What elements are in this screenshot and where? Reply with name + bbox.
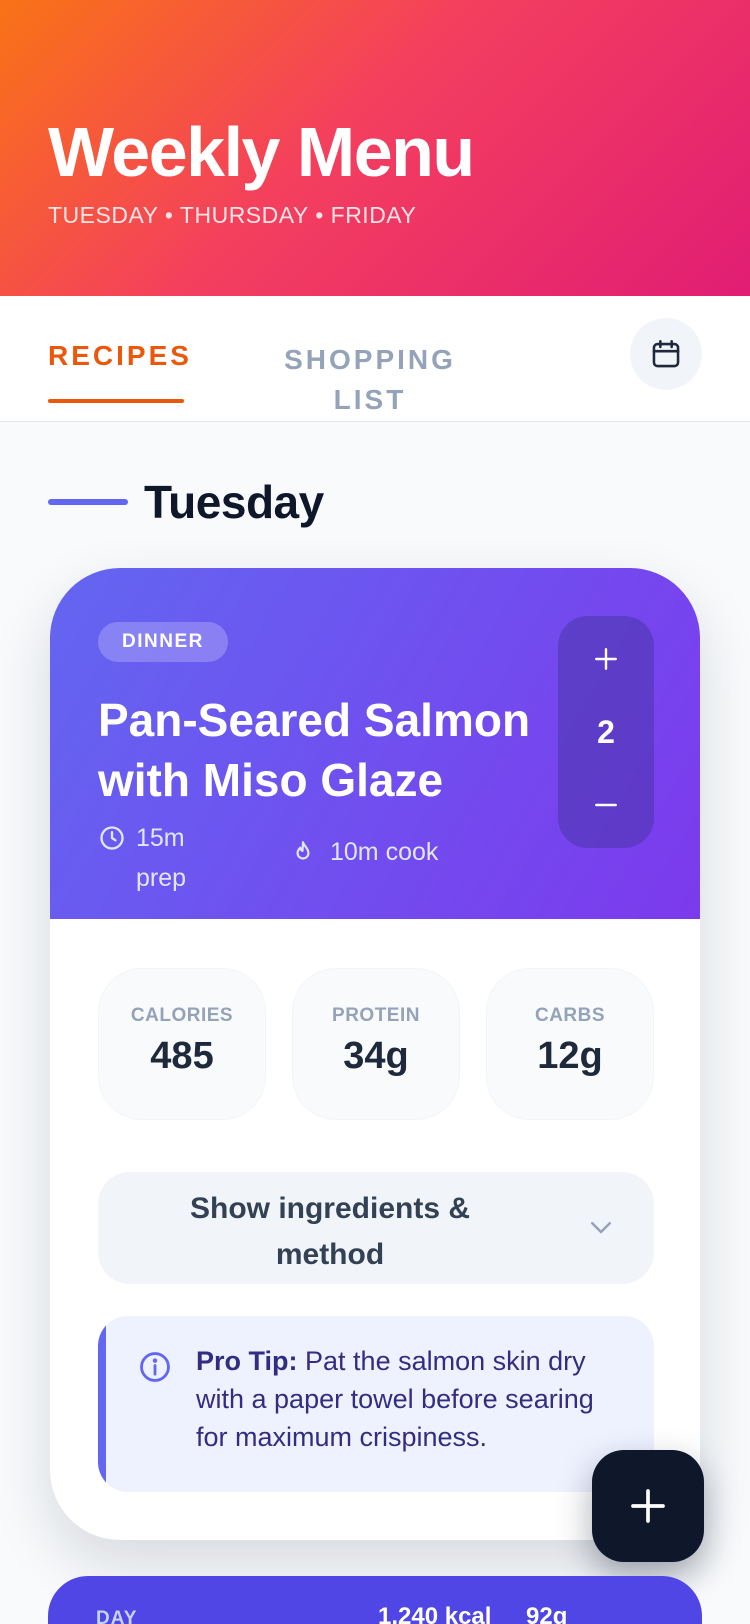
meal-badge: DINNER <box>98 622 228 662</box>
prep-time: 15m prep <box>98 818 228 898</box>
calendar-icon <box>652 339 680 368</box>
day-summary: DAY 1,240 kcal 92g <box>48 1576 702 1624</box>
servings-count: 2 <box>597 713 615 750</box>
summary-grams: 92g <box>526 1603 568 1624</box>
day-accent-line <box>48 499 128 505</box>
increase-servings-button[interactable] <box>581 634 631 684</box>
servings-stepper: 2 <box>558 616 654 848</box>
tab-recipes[interactable]: RECIPES <box>48 340 189 372</box>
day-title: Tuesday <box>144 476 324 528</box>
info-icon <box>138 1350 172 1389</box>
tip-text: Pro Tip: Pat the salmon skin dry with a … <box>196 1342 616 1456</box>
carbs-stat: CARBS 12g <box>486 968 654 1120</box>
calendar-button[interactable] <box>630 318 702 390</box>
chevron-down-icon <box>586 1212 616 1247</box>
summary-kcal: 1,240 kcal <box>378 1603 492 1624</box>
protein-stat: PROTEIN 34g <box>292 968 460 1120</box>
ingredients-toggle-button[interactable]: Show ingredients & method <box>98 1172 654 1284</box>
recipe-card: DINNER Pan-Seared Salmon with Miso Glaze… <box>50 568 700 1540</box>
day-heading: Tuesday <box>48 472 324 532</box>
active-tab-indicator <box>48 399 184 403</box>
plus-icon <box>631 1489 665 1523</box>
stat-value: 485 <box>150 1035 214 1077</box>
add-meal-button[interactable] <box>592 1450 704 1562</box>
pro-tip: Pro Tip: Pat the salmon skin dry with a … <box>98 1316 654 1492</box>
header: Weekly Menu TUESDAY • THURSDAY • FRIDAY <box>0 0 750 296</box>
summary-label: DAY <box>96 1608 138 1624</box>
stat-label: CALORIES <box>130 1005 234 1026</box>
page-subtitle: TUESDAY • THURSDAY • FRIDAY <box>48 202 417 228</box>
tab-shopping-list[interactable]: SHOPPING LIST <box>280 340 460 420</box>
stat-label: PROTEIN <box>332 1005 420 1026</box>
stat-label: CARBS <box>534 1005 606 1026</box>
recipe-title: Pan-Seared Salmon with Miso Glaze <box>98 694 531 806</box>
recipe-hero: DINNER Pan-Seared Salmon with Miso Glaze… <box>50 568 700 919</box>
stat-value: 34g <box>343 1035 409 1077</box>
calories-stat: CALORIES 485 <box>98 968 266 1120</box>
tip-accent-bar <box>98 1316 106 1492</box>
plus-icon <box>595 648 617 670</box>
flame-icon <box>290 832 320 872</box>
prep-time-label: 15m prep <box>136 824 187 892</box>
page-title: Weekly Menu <box>48 113 475 191</box>
cook-time: 10m cook <box>290 832 438 872</box>
minus-icon <box>595 803 617 807</box>
decrease-servings-button[interactable] <box>581 780 631 830</box>
cook-time-label: 10m cook <box>330 838 439 866</box>
tip-label: Pro Tip: <box>196 1346 298 1376</box>
tab-bar: RECIPES SHOPPING LIST <box>0 296 750 422</box>
clock-icon <box>98 818 126 858</box>
stat-value: 12g <box>537 1035 603 1077</box>
ingredients-toggle-label: Show ingredients & method <box>189 1192 471 1271</box>
